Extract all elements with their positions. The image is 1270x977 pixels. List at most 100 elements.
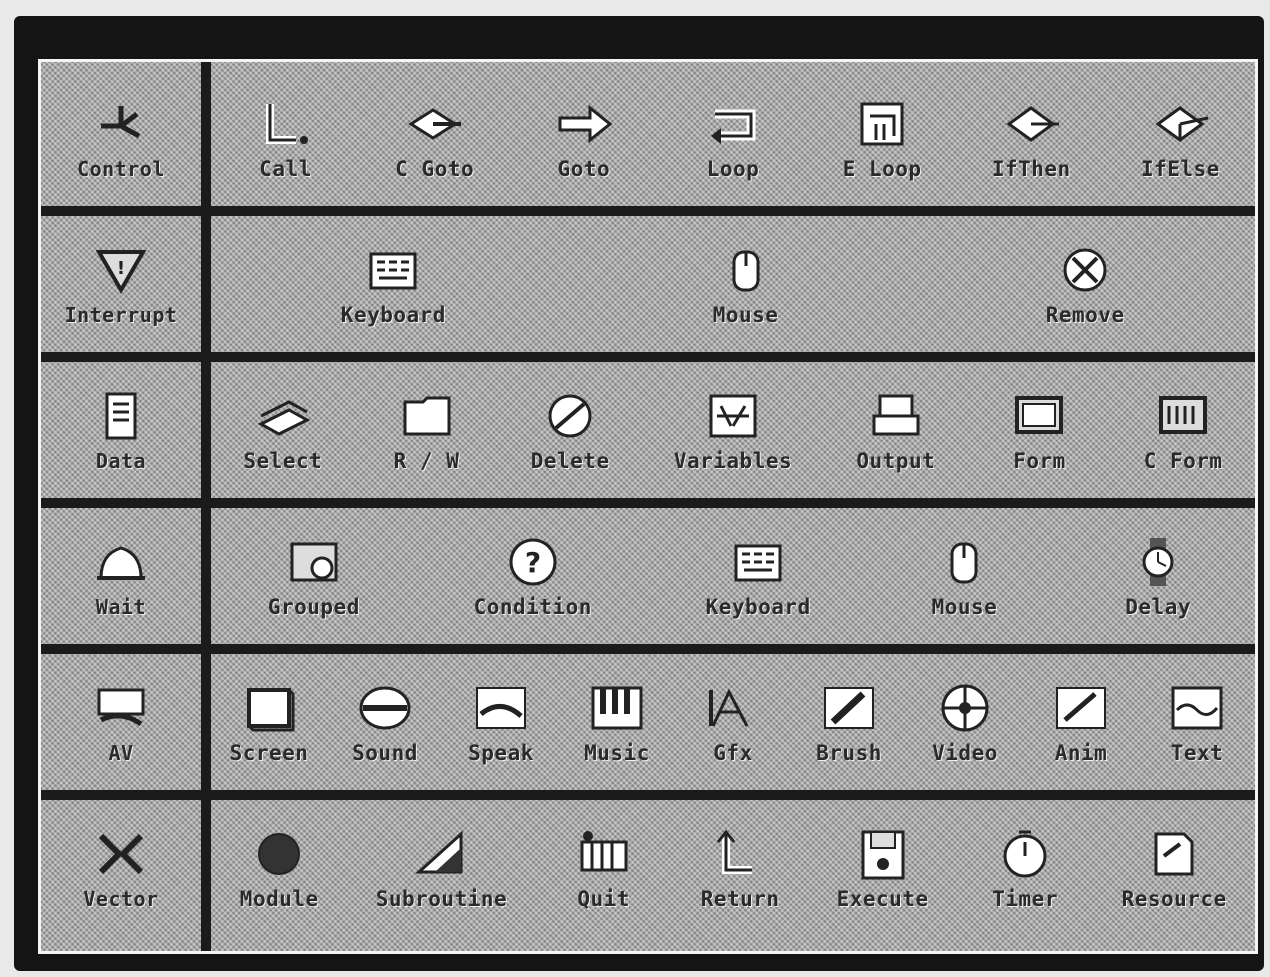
palette-item[interactable]: Remove [1045,241,1125,327]
row-items: Select R / W Delete Variables Output Form C Fo… [211,362,1255,498]
brush-icon [817,679,881,737]
category-av[interactable]: AV [41,654,201,790]
row-divider [41,352,1255,362]
column-divider [201,62,211,951]
interrupt-icon: ! [89,241,153,299]
form-icon [1007,387,1071,445]
palette-item[interactable]: Return [700,825,780,911]
palette-item[interactable]: Form [999,387,1079,473]
palette-item[interactable]: Mouse [924,533,1004,619]
control-icon [89,95,153,153]
category-control[interactable]: Control [41,70,201,206]
palette-item[interactable]: IfElse [1140,95,1220,181]
condition-icon: ? [501,533,565,591]
palette-item[interactable]: Delete [530,387,610,473]
palette-item[interactable]: R / W [387,387,467,473]
icon-label: Sound [352,741,418,765]
icon-label: Speak [468,741,534,765]
icon-label: Keyboard [340,303,446,327]
category-wait[interactable]: Wait [41,508,201,644]
palette-row-wait: Wait Grouped? Condition Keyboard Mouse Delay [41,508,1255,644]
icon-label: IfElse [1140,157,1220,181]
svg-text:!: ! [117,258,125,279]
palette-item[interactable]: Gfx [693,679,773,765]
resource-icon [1142,825,1206,883]
icon-label: Resource [1121,887,1227,911]
palette-row-data: Data Select R / W Delete Variables Output Form… [41,362,1255,498]
category-vector[interactable]: Vector [41,800,201,936]
category-data[interactable]: Data [41,362,201,498]
palette-item[interactable]: Brush [809,679,889,765]
palette-item[interactable]: Mouse [706,241,786,327]
palette-item[interactable]: C Goto [395,95,475,181]
palette-item[interactable]: IfThen [991,95,1071,181]
palette-item[interactable]: E Loop [842,95,922,181]
icon-label: Text [1170,741,1224,765]
palette-item[interactable]: Output [856,387,936,473]
icon-label: Condition [473,595,592,619]
palette-item[interactable]: C Form [1143,387,1223,473]
palette-item[interactable]: Resource [1122,825,1227,911]
av-icon [89,679,153,737]
palette-item[interactable]: Goto [544,95,624,181]
text-icon [1165,679,1229,737]
palette-item[interactable]: Subroutine [376,825,507,911]
icon-label: Execute [836,887,929,911]
palette-item[interactable]: Anim [1041,679,1121,765]
anim-icon [1049,679,1113,737]
palette-item[interactable]: Speak [461,679,541,765]
call-icon [254,95,318,153]
icon-label: Wait [95,595,147,619]
icon-label: Module [239,887,319,911]
row-divider [41,644,1255,654]
music-icon [585,679,649,737]
icon-label: Call [259,157,312,181]
output-icon [864,387,928,445]
icon-label: Variables [673,449,793,473]
palette-item[interactable]: Quit [564,825,644,911]
icon-label: Video [932,741,998,765]
palette-item[interactable]: Module [239,825,319,911]
delete-icon [538,387,602,445]
palette-item[interactable]: Loop [693,95,773,181]
palette-item[interactable]: Keyboard [341,241,446,327]
row-items: Call C Goto Goto Loop E Loop IfThen IfElse [211,70,1255,206]
icon-label: Gfx [713,741,753,765]
sound-icon [353,679,417,737]
vector-icon [89,825,153,883]
palette-item[interactable]: Call [246,95,326,181]
icon-label: C Goto [395,157,475,181]
palette-item[interactable]: Music [577,679,657,765]
icon-label: Data [95,449,147,473]
row-items: Grouped? Condition Keyboard Mouse Delay [211,508,1255,644]
palette-item[interactable]: Timer [985,825,1065,911]
remove-icon [1053,241,1117,299]
palette-item[interactable]: Delay [1118,533,1198,619]
palette-item[interactable]: Execute [837,825,929,911]
icon-label: Brush [816,741,882,765]
cform-icon [1151,387,1215,445]
icon-label: Anim [1054,741,1108,765]
palette-item[interactable]: Screen [229,679,309,765]
palette-item[interactable]: Variables [674,387,792,473]
palette-item[interactable]: Video [925,679,1005,765]
icon-label: Loop [706,157,760,181]
keyboard-icon [361,241,425,299]
palette-item[interactable]: Keyboard [706,533,811,619]
delay-icon [1126,533,1190,591]
icon-label: Timer [992,887,1058,911]
palette-item[interactable]: Grouped [268,533,360,619]
icon-label: Music [584,741,650,765]
palette-item[interactable]: ? Condition [474,533,592,619]
icon-label: Keyboard [705,595,811,619]
icon-label: Output [856,449,936,473]
icon-label: Grouped [267,595,360,619]
icon-label: Delay [1125,595,1191,619]
icon-label: Return [700,887,780,911]
category-interrupt[interactable]: ! Interrupt [41,216,201,352]
palette-item[interactable]: Sound [345,679,425,765]
icon-label: Vector [83,887,159,911]
video-icon [933,679,997,737]
palette-item[interactable]: Select [243,387,323,473]
palette-item[interactable]: Text [1157,679,1237,765]
